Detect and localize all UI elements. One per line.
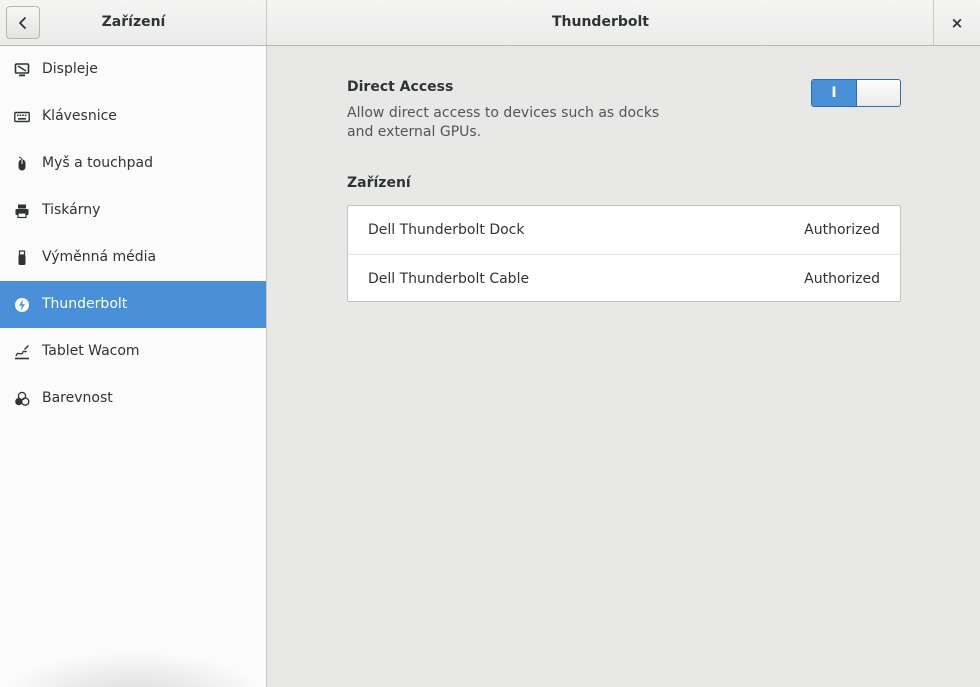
device-name: Dell Thunderbolt Dock — [368, 222, 525, 238]
sidebar-title: Zařízení — [101, 14, 166, 30]
sidebar-item-displeje[interactable]: Displeje — [0, 46, 266, 93]
keyboard-icon — [14, 109, 30, 125]
device-name: Dell Thunderbolt Cable — [368, 271, 530, 287]
sidebar-item-label: Tiskárny — [42, 202, 101, 218]
sidebar-item-mys-touchpad[interactable]: Myš a touchpad — [0, 140, 266, 187]
devices-list: Dell Thunderbolt Dock Authorized Dell Th… — [347, 205, 901, 302]
sidebar-item-label: Barevnost — [42, 390, 113, 406]
device-row[interactable]: Dell Thunderbolt Cable Authorized — [348, 254, 900, 302]
sidebar-item-tiskarny[interactable]: Tiskárny — [0, 187, 266, 234]
switch-knob[interactable] — [855, 80, 900, 106]
sidebar-item-label: Tablet Wacom — [42, 343, 140, 359]
display-icon — [14, 62, 30, 78]
device-status: Authorized — [804, 222, 880, 238]
sidebar-item-label: Thunderbolt — [42, 296, 128, 312]
printer-icon — [14, 203, 30, 219]
sidebar-item-barevnost[interactable]: Barevnost — [0, 375, 266, 422]
close-button[interactable]: × — [942, 8, 972, 38]
page-title: Thunderbolt — [551, 14, 649, 30]
sidebar-item-label: Výměnná média — [42, 249, 157, 265]
thunderbolt-icon — [14, 297, 30, 313]
direct-access-title: Direct Access — [347, 79, 454, 95]
main-panel: Direct Access Allow direct access to dev… — [268, 46, 980, 687]
header-bar: Zařízení Thunderbolt × — [0, 0, 980, 46]
switch-on-label: I — [812, 80, 856, 106]
sidebar-header: Zařízení — [0, 0, 267, 45]
sidebar: Displeje Klávesnice Myš a touchpad Tiská… — [0, 46, 267, 687]
sidebar-item-klavesnice[interactable]: Klávesnice — [0, 93, 266, 140]
sidebar-item-tablet-wacom[interactable]: Tablet Wacom — [0, 328, 266, 375]
sidebar-item-label: Displeje — [42, 61, 98, 77]
chevron-left-icon — [19, 16, 26, 29]
direct-access-switch[interactable]: I — [811, 79, 901, 107]
mouse-icon — [14, 156, 30, 172]
close-separator — [933, 0, 934, 45]
tablet-pen-icon — [14, 344, 30, 360]
sidebar-item-vymenna-media[interactable]: Výměnná média — [0, 234, 266, 281]
device-status: Authorized — [804, 271, 880, 287]
usb-drive-icon — [14, 250, 30, 266]
devices-heading: Zařízení — [347, 175, 411, 191]
sidebar-item-thunderbolt[interactable]: Thunderbolt — [0, 281, 266, 328]
close-icon: × — [950, 14, 964, 32]
direct-access-description: Allow direct access to devices such as d… — [347, 105, 660, 140]
device-row[interactable]: Dell Thunderbolt Dock Authorized — [348, 206, 900, 254]
sidebar-item-label: Myš a touchpad — [42, 155, 153, 171]
sidebar-scroll-shadow — [0, 651, 266, 687]
sidebar-item-label: Klávesnice — [42, 108, 117, 124]
back-button[interactable] — [6, 6, 40, 39]
color-icon — [14, 391, 30, 407]
